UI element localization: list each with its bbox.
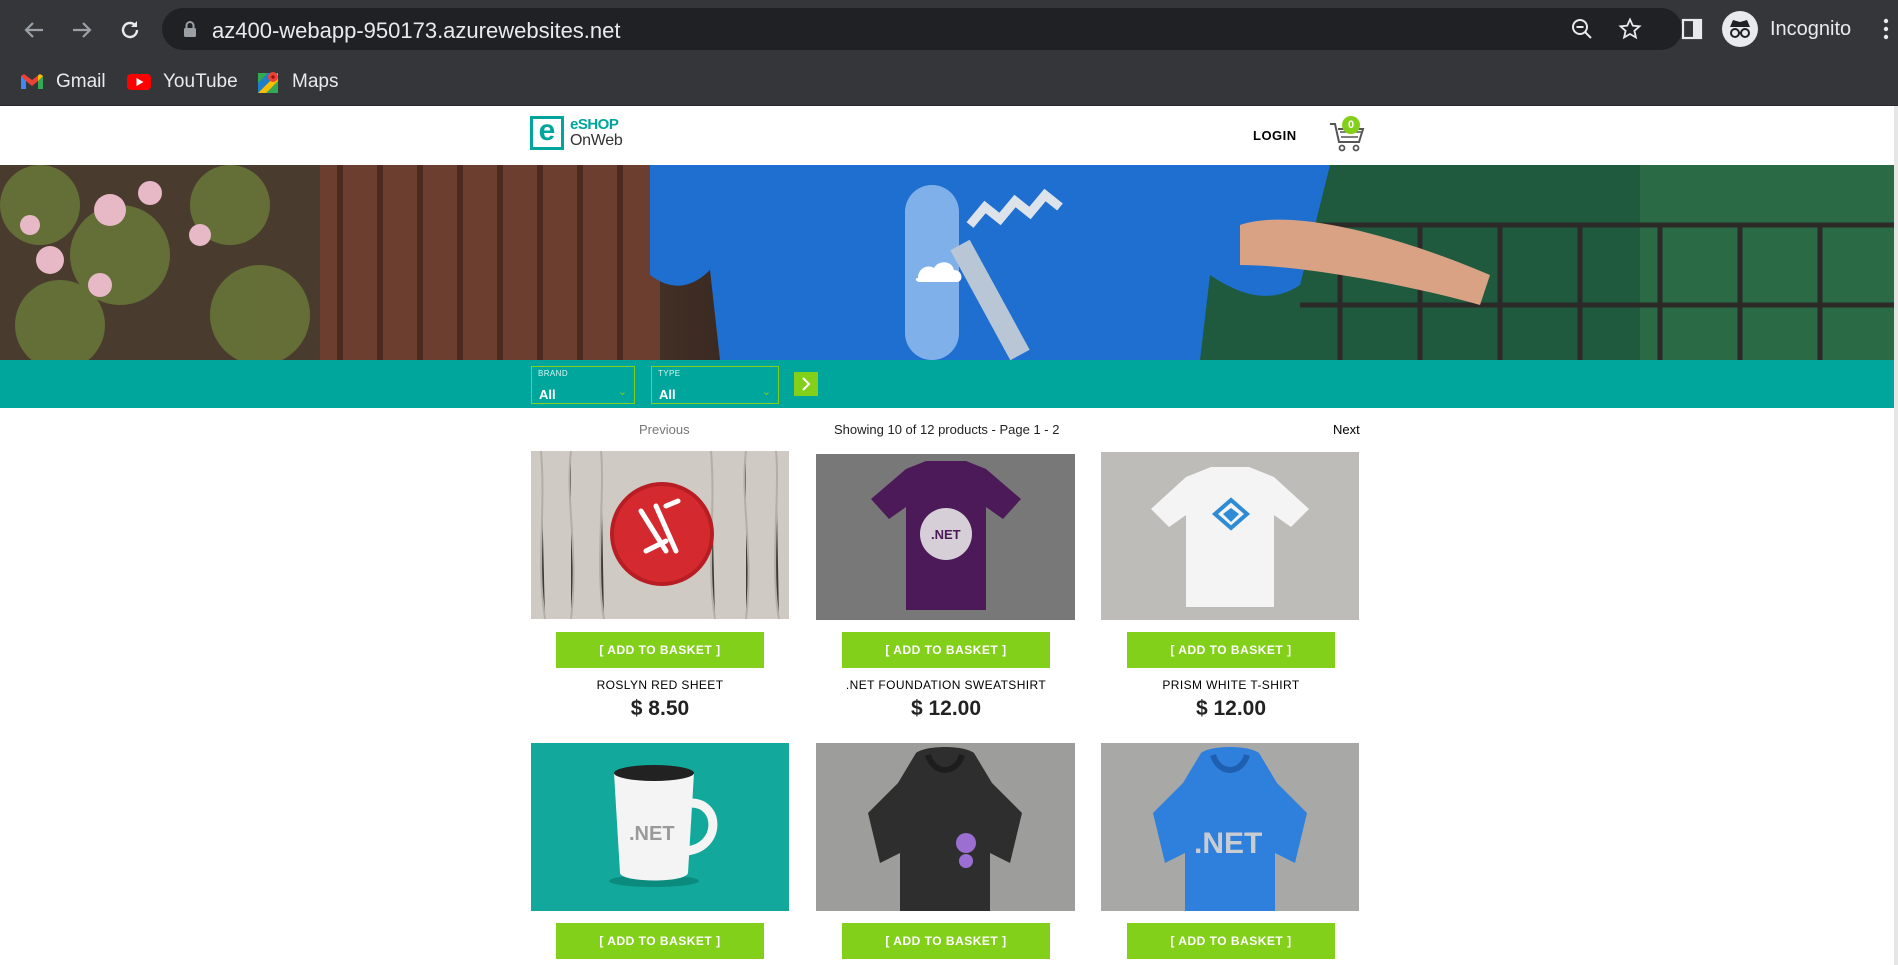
product-price: $ 12.00 xyxy=(910,697,982,720)
side-panel-icon xyxy=(1681,18,1703,40)
pager-previous[interactable]: Previous xyxy=(639,422,690,437)
product-image[interactable] xyxy=(1101,452,1359,620)
hoodie-print-text: .NET xyxy=(1194,827,1262,860)
more-vertical-icon xyxy=(1883,18,1889,40)
product-image[interactable]: .NET xyxy=(531,743,789,911)
add-to-basket-button[interactable]: [ ADD TO BASKET ] xyxy=(842,923,1050,959)
gmail-icon xyxy=(21,74,43,89)
forward-button[interactable] xyxy=(66,14,98,46)
incognito-label: Incognito xyxy=(1770,17,1852,40)
bookmarks-bar: Gmail YouTube Maps xyxy=(0,58,1898,106)
url-text[interactable]: az400-webapp-950173.azurewebsites.net xyxy=(212,18,621,44)
maps-icon xyxy=(258,72,278,93)
type-caption: TYPE xyxy=(658,369,681,378)
incognito-profile[interactable]: Incognito xyxy=(1722,10,1851,48)
hero-banner xyxy=(0,165,1898,360)
product-price: $ 12.00 xyxy=(1195,697,1267,720)
incognito-icon xyxy=(1722,11,1758,47)
bookmark-label: Gmail xyxy=(56,71,106,92)
cart-count-badge: 0 xyxy=(1342,116,1360,134)
product-image[interactable] xyxy=(816,743,1075,911)
add-to-basket-button[interactable]: [ ADD TO BASKET ] xyxy=(1127,923,1335,959)
arrow-left-icon xyxy=(24,22,43,38)
bookmark-star-icon[interactable] xyxy=(1618,17,1642,41)
add-to-basket-button[interactable]: [ ADD TO BASKET ] xyxy=(556,923,764,959)
zoom-icon[interactable] xyxy=(1570,17,1594,41)
side-panel-button[interactable] xyxy=(1678,15,1706,43)
product-image[interactable]: .NET xyxy=(816,454,1075,620)
page-scrollbar[interactable] xyxy=(1894,106,1898,965)
brand-value: All xyxy=(539,387,556,402)
back-button[interactable] xyxy=(18,14,50,46)
product-name: ROSLYN RED SHEET xyxy=(596,678,724,692)
logo-mark: e xyxy=(530,116,564,150)
bookmark-youtube[interactable]: YouTube xyxy=(127,66,238,98)
product-name: .NET FOUNDATION SWEATSHIRT xyxy=(845,678,1047,692)
brand-caption: BRAND xyxy=(538,369,569,378)
address-bar[interactable]: az400-webapp-950173.azurewebsites.net xyxy=(162,8,1682,50)
bookmark-gmail[interactable]: Gmail xyxy=(20,66,106,98)
site-header: e eSHOP OnWeb LOGIN 0 xyxy=(0,106,1898,165)
chevron-down-icon: ⌄ xyxy=(761,386,771,398)
mug-print-text: .NET xyxy=(629,823,675,845)
logo-letter: e xyxy=(538,114,556,147)
login-link[interactable]: LOGIN xyxy=(1253,128,1297,143)
browser-menu-button[interactable] xyxy=(1880,15,1892,43)
pager-next[interactable]: Next xyxy=(1333,422,1360,437)
web-page: e eSHOP OnWeb LOGIN 0 BRAND All ⌄ TYPE A… xyxy=(0,106,1898,965)
logo-line2: OnWeb xyxy=(570,132,623,149)
pager-info: Showing 10 of 12 products - Page 1 - 2 xyxy=(834,422,1060,437)
youtube-icon xyxy=(127,74,151,90)
product-name: PRISM WHITE T-SHIRT xyxy=(1162,678,1300,692)
product-image[interactable]: .NET xyxy=(1101,743,1359,911)
type-select[interactable]: TYPE All ⌄ xyxy=(651,366,779,404)
add-to-basket-button[interactable]: [ ADD TO BASKET ] xyxy=(1127,632,1335,668)
reload-icon xyxy=(121,21,139,39)
bookmark-label: Maps xyxy=(292,71,339,92)
bookmark-label: YouTube xyxy=(163,71,238,92)
logo-line1: eSHOP xyxy=(570,116,619,133)
lock-icon[interactable] xyxy=(178,17,202,41)
brand-select[interactable]: BRAND All ⌄ xyxy=(531,366,635,404)
arrow-right-icon xyxy=(73,22,92,38)
logo-text: eSHOP OnWeb xyxy=(570,116,623,149)
browser-toolbar: az400-webapp-950173.azurewebsites.net In… xyxy=(0,0,1898,58)
reload-button[interactable] xyxy=(114,14,146,46)
hero-image xyxy=(0,165,1898,360)
chevron-down-icon: ⌄ xyxy=(617,386,627,398)
add-to-basket-button[interactable]: [ ADD TO BASKET ] xyxy=(842,632,1050,668)
eshop-logo[interactable]: e eSHOP OnWeb xyxy=(530,116,623,150)
cart-button[interactable]: 0 xyxy=(1328,116,1366,154)
apply-filter-button[interactable] xyxy=(794,372,818,396)
bookmark-maps[interactable]: Maps xyxy=(258,66,338,98)
add-to-basket-button[interactable]: [ ADD TO BASKET ] xyxy=(556,632,764,668)
chevron-right-icon xyxy=(802,377,811,391)
filter-bar: BRAND All ⌄ TYPE All ⌄ xyxy=(0,360,1898,408)
product-price: $ 8.50 xyxy=(630,697,690,720)
sweatshirt-print-text: .NET xyxy=(931,527,961,542)
product-image[interactable] xyxy=(531,451,789,619)
type-value: All xyxy=(659,387,676,402)
